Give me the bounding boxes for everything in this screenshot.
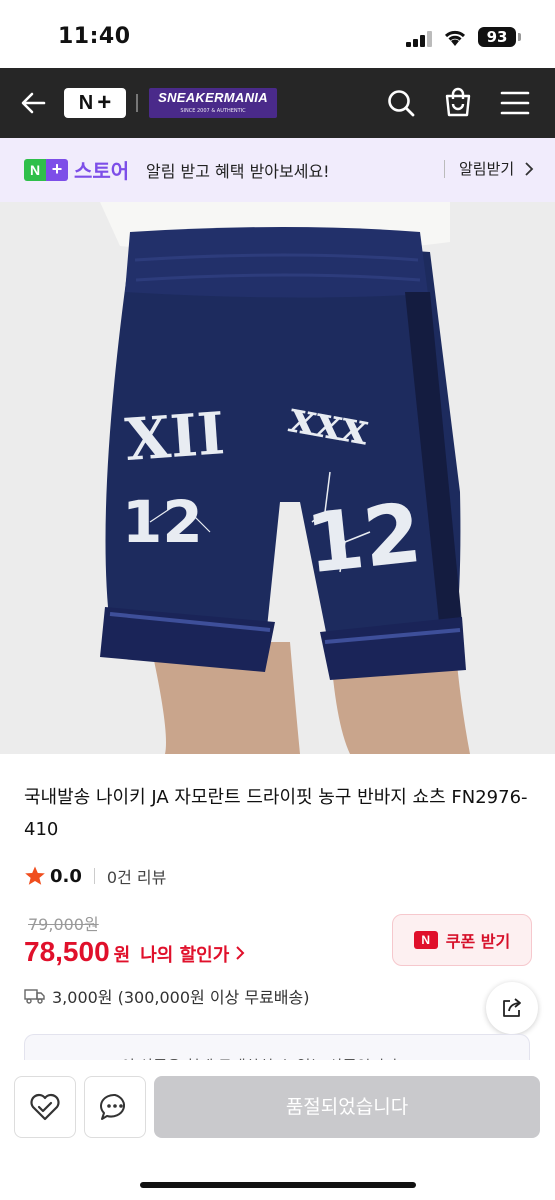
battery-indicator: 93 xyxy=(478,27,516,47)
price-unit: 원 xyxy=(113,945,131,966)
status-bar: 11:40 93 xyxy=(0,0,555,68)
logo-plus: + xyxy=(97,89,112,116)
original-price: 79,000원 xyxy=(28,915,99,934)
naver-n-badge: N xyxy=(413,931,438,949)
review-count[interactable]: 0건 리뷰 xyxy=(107,864,166,888)
get-alerts-link[interactable]: 알림받기 xyxy=(459,158,514,179)
store-notification-banner: N + 스토어 알림 받고 혜택 받아보세요! 알림받기 xyxy=(0,138,555,202)
search-icon[interactable] xyxy=(386,88,416,118)
chevron-right-icon xyxy=(236,946,245,960)
share-button[interactable] xyxy=(486,982,538,1034)
star-icon xyxy=(25,866,45,885)
badge-n: N xyxy=(24,159,46,181)
delivery-info: 3,000원 (300,000원 이상 무료배송) xyxy=(24,984,309,1008)
coupon-button[interactable]: N 쿠폰 받기 xyxy=(392,914,532,966)
brand-name: SNEAKERMANIA xyxy=(158,90,268,105)
naver-plus-logo[interactable]: N + xyxy=(64,88,126,118)
arrow-left-icon[interactable] xyxy=(18,87,50,119)
heart-icon xyxy=(30,1093,60,1121)
home-indicator xyxy=(140,1182,416,1188)
my-discount-link[interactable]: 나의 할인가 xyxy=(140,941,229,967)
sale-price: 78,500 xyxy=(24,936,110,967)
cellular-signal-icon xyxy=(406,31,432,47)
delivery-fee: 3,000원 (300,000원 이상 무료배송) xyxy=(52,988,310,1007)
coupon-label: 쿠폰 받기 xyxy=(445,932,511,951)
hamburger-menu-icon[interactable] xyxy=(500,90,530,116)
wifi-icon xyxy=(444,30,466,46)
shopping-bag-icon[interactable] xyxy=(443,86,473,118)
svg-text:XII: XII xyxy=(123,399,227,474)
product-title: 국내발송 나이키 JA 자모란트 드라이핏 농구 반바지 쇼츠 FN2976-4… xyxy=(24,787,528,840)
rating-divider xyxy=(93,868,95,884)
header-divider xyxy=(136,94,138,112)
chat-button[interactable] xyxy=(84,1076,146,1138)
store-label: 스토어 xyxy=(74,159,130,183)
brand-sub: SINCE 2007 & AUTHENTIC xyxy=(180,108,246,114)
status-time: 11:40 xyxy=(58,24,131,49)
chat-bubble-icon xyxy=(100,1093,125,1120)
svg-text:12: 12 xyxy=(302,486,425,592)
top-navigation: N + SNEAKERMANIA SINCE 2007 & AUTHENTIC xyxy=(0,68,555,138)
store-brand-logo[interactable]: SNEAKERMANIA SINCE 2007 & AUTHENTIC xyxy=(149,88,277,118)
logo-n: N xyxy=(78,91,94,114)
rating-score: 0.0 xyxy=(50,865,82,887)
truck-icon xyxy=(24,989,45,1004)
sold-out-button[interactable]: 품절되었습니다 xyxy=(154,1076,540,1138)
bottom-action-bar: 품절되었습니다 xyxy=(0,1060,555,1200)
shorts-illustration: XII xxx 12 12 xyxy=(0,202,555,754)
naver-plus-badge: N + xyxy=(24,159,68,181)
rating-row[interactable]: 0.0 0건 리뷰 xyxy=(24,864,166,888)
wishlist-button[interactable] xyxy=(14,1076,76,1138)
battery-tip xyxy=(518,33,521,41)
product-image[interactable]: XII xxx 12 12 xyxy=(0,202,555,754)
chevron-right-icon xyxy=(525,162,534,176)
store-message: 알림 받고 혜택 받아보세요! xyxy=(146,162,330,181)
share-icon xyxy=(503,998,521,1017)
banner-divider xyxy=(444,160,445,178)
price-row: 78,500 원 나의 할인가 xyxy=(24,936,245,968)
svg-text:12: 12 xyxy=(122,488,203,556)
badge-plus: + xyxy=(46,159,68,181)
